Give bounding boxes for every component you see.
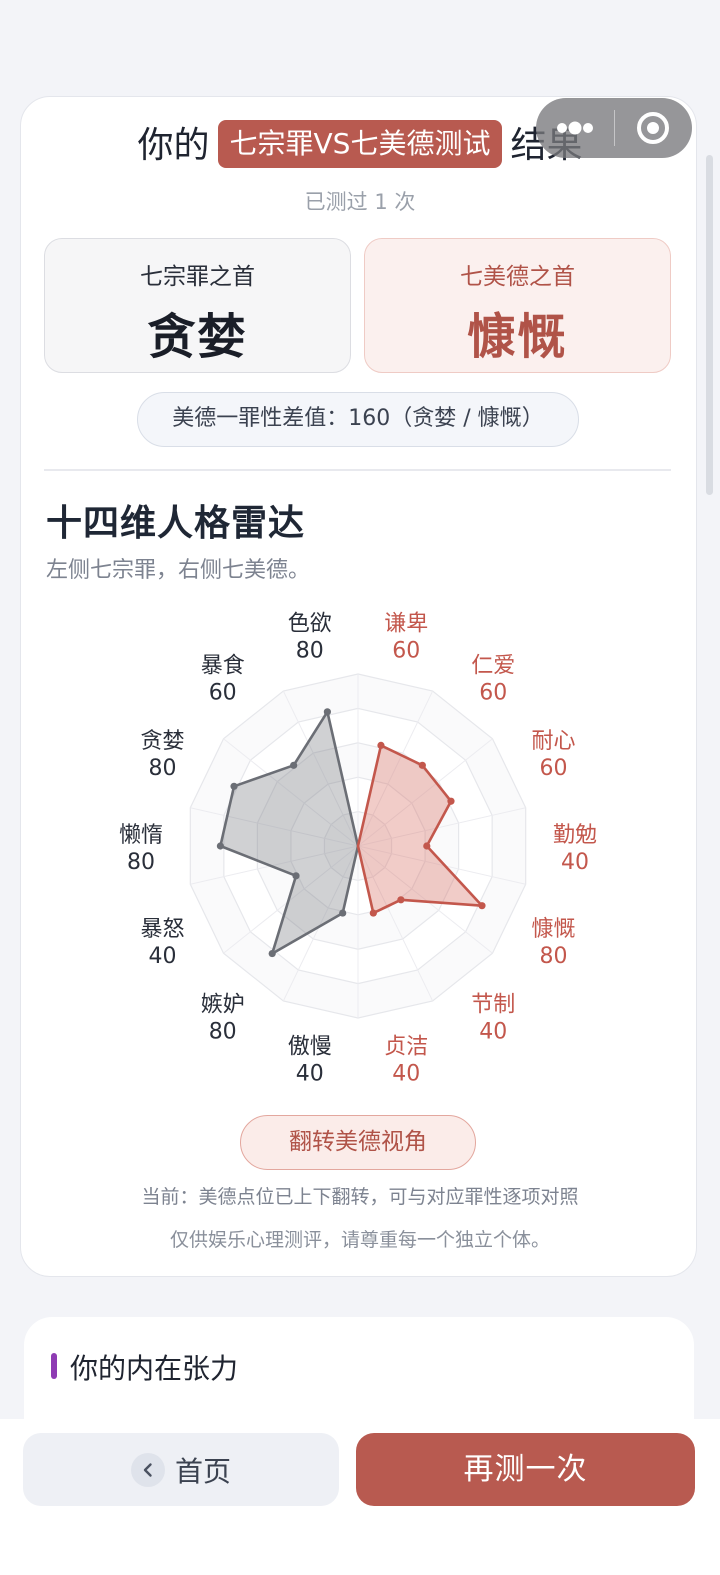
top-sin-value: 贪婪 <box>147 309 248 365</box>
radar-section-subtitle: 左侧七宗罪，右侧七美德。 <box>46 558 311 583</box>
sin-axis-value: 80 <box>127 850 155 875</box>
virtue-axis-value: 60 <box>479 680 507 705</box>
virtue-axis-value: 60 <box>392 638 420 663</box>
sin-axis-value: 40 <box>148 944 176 969</box>
radar-point-贪婪 <box>230 782 238 790</box>
tested-count: 已测过 1 次 <box>304 190 416 214</box>
virtue-axis-label: 耐心 <box>532 729 576 754</box>
sin-axis-value: 40 <box>296 1062 324 1087</box>
sin-axis-label: 嫉妒 <box>201 993 245 1018</box>
divider <box>44 469 671 471</box>
sin-axis-label: 贪婪 <box>140 729 184 754</box>
disclaimer: 仅供娱乐心理测评，请尊重每一个独立个体。 <box>169 1229 550 1251</box>
sin-axis-label: 暴怒 <box>140 917 184 942</box>
title-prefix: 你的 <box>137 125 210 166</box>
chevron-left-icon <box>130 1452 165 1487</box>
radar-point-贞洁 <box>369 909 377 917</box>
inner-tension-title: 你的内在张力 <box>70 1352 239 1385</box>
sin-axis-label: 懒惰 <box>119 823 163 848</box>
close-target-icon[interactable] <box>615 98 693 158</box>
radar-point-仁爱 <box>418 761 426 769</box>
virtue-axis-label: 节制 <box>471 993 515 1018</box>
radar-point-耐心 <box>447 797 455 805</box>
scrollbar[interactable] <box>706 155 713 495</box>
virtue-axis-value: 40 <box>479 1020 507 1045</box>
sin-axis-value: 60 <box>209 680 237 705</box>
virtue-axis-label: 贞洁 <box>384 1035 428 1060</box>
virtue-axis-value: 40 <box>561 850 589 875</box>
virtue-axis-value: 40 <box>392 1062 420 1087</box>
virtue-axis-value: 60 <box>540 756 568 781</box>
top-virtue-box: 七美德之首 慷慨 <box>364 238 671 373</box>
virtue-axis-label: 仁爱 <box>471 653 515 678</box>
home-label: 首页 <box>174 1454 231 1488</box>
sin-axis-label: 傲慢 <box>288 1035 332 1060</box>
retest-button[interactable]: 再测一次 <box>356 1433 695 1506</box>
radar-point-慷慨 <box>478 902 486 910</box>
virtue-axis-value: 80 <box>540 944 568 969</box>
current-view-note: 当前：美德点位已上下翻转，可与对应罪性逐项对照 <box>141 1186 579 1208</box>
top-virtue-label: 七美德之首 <box>460 264 575 290</box>
sin-axis-value: 80 <box>209 1020 237 1045</box>
home-button[interactable]: 首页 <box>23 1433 339 1506</box>
section-accent-bar <box>51 1353 57 1379</box>
test-name-badge: 七宗罪VS七美德测试 <box>217 120 503 168</box>
radar-section-title: 十四维人格雷达 <box>46 503 306 544</box>
top-sin-label: 七宗罪之首 <box>140 264 255 290</box>
radar-point-懒惰 <box>216 842 224 850</box>
virtue-axis-label: 谦卑 <box>384 611 428 636</box>
radar-chart: 色欲80暴食60贪婪80懒惰80暴怒40嫉妒80傲慢40谦卑60仁爱60耐心60… <box>119 611 597 1087</box>
radar-point-勤勉 <box>423 842 431 850</box>
virtue-axis-label: 慷慨 <box>532 917 576 942</box>
radar-point-色欲 <box>323 708 331 716</box>
radar-point-嫉妒 <box>268 949 276 958</box>
sin-axis-value: 80 <box>148 756 176 781</box>
sin-axis-value: 80 <box>296 638 324 663</box>
flip-virtue-button[interactable]: 翻转美德视角 <box>240 1115 476 1170</box>
radar-point-谦卑 <box>377 741 385 749</box>
top-sin-box: 七宗罪之首 贪婪 <box>44 238 351 373</box>
radar-point-暴怒 <box>292 872 300 880</box>
radar-point-节制 <box>397 896 405 904</box>
virtue-axis-label: 勤勉 <box>553 823 597 848</box>
more-icon[interactable] <box>536 98 614 158</box>
radar-point-傲慢 <box>339 909 347 917</box>
mini-program-capsule[interactable] <box>536 98 692 158</box>
sin-axis-label: 色欲 <box>288 611 332 636</box>
radar-point-暴食 <box>290 761 298 769</box>
difference-pill: 美德一罪性差值：160（贪婪 / 慷慨） <box>137 392 579 447</box>
sin-axis-label: 暴食 <box>201 653 245 678</box>
top-virtue-value: 慷慨 <box>467 309 568 365</box>
